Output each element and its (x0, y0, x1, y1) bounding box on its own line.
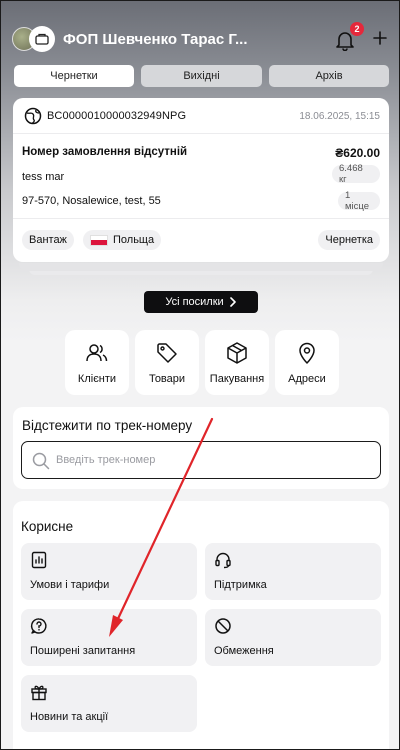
poland-flag-icon (90, 234, 108, 246)
tile-faq[interactable]: Поширені запитання (21, 609, 197, 666)
quick-action-addresses[interactable]: Адреси (275, 330, 339, 395)
tab-outgoing[interactable]: Вихідні (141, 65, 262, 87)
tab-archive[interactable]: Архів (269, 65, 389, 87)
quick-action-packaging[interactable]: Пакування (205, 330, 269, 395)
cargo-type-label: Вантаж (29, 234, 67, 246)
parcel-price: ₴620.00 (335, 146, 380, 160)
map-pin-icon (299, 342, 315, 364)
tile-label: Обмеження (214, 645, 274, 657)
quick-action-label: Клієнти (77, 373, 117, 385)
tile-label: Умови і тарифи (30, 579, 110, 591)
tracking-title: Відстежити по трек-номеру (22, 418, 193, 433)
headset-icon (215, 552, 231, 569)
recipient-address: 97-570, Nosalewice, test, 55 (22, 195, 161, 207)
notification-badge: 2 (350, 22, 364, 36)
quick-action-clients[interactable]: Клієнти (65, 330, 129, 395)
plus-icon[interactable] (371, 29, 389, 47)
country-chip: Польща (83, 230, 162, 250)
recipient-name: tess mar (22, 171, 65, 183)
all-parcels-button[interactable]: Усі посилки (144, 291, 258, 313)
quick-action-products[interactable]: Товари (135, 330, 199, 395)
globe-icon (24, 107, 42, 125)
parcel-date: 18.06.2025, 15:15 (299, 111, 380, 122)
weight-badge: 6.468 кг (332, 163, 380, 185)
box-icon (227, 342, 247, 364)
tracking-input-wrapper[interactable] (21, 441, 381, 479)
country-label: Польща (113, 234, 155, 246)
tile-restrictions[interactable]: Обмеження (205, 609, 381, 666)
useful-title: Корисне (21, 519, 74, 534)
app-screen: ФОП Шевченко Тарас Г... 2 Чернетки Вихід… (0, 0, 400, 750)
tracking-section: Відстежити по трек-номеру (13, 407, 389, 489)
tag-icon (157, 343, 177, 363)
quick-action-label: Адреси (288, 373, 326, 385)
search-icon (32, 452, 50, 470)
quick-action-label: Товари (148, 373, 186, 385)
places-badge: 1 місце (338, 190, 380, 212)
status-label: Чернетка (325, 234, 373, 246)
useful-section: Корисне Умови і тарифи Підтримка Поширен… (13, 501, 389, 749)
parcel-card[interactable]: BC0000010000032949NPG 18.06.2025, 15:15 … (13, 98, 389, 262)
chart-doc-icon (31, 551, 47, 569)
order-number-status: Номер замовлення відсутній (22, 146, 188, 158)
users-icon (86, 344, 108, 362)
wallet-icon[interactable] (29, 26, 55, 52)
quick-action-label: Пакування (209, 373, 265, 385)
parcel-card-header: BC0000010000032949NPG 18.06.2025, 15:15 (13, 98, 389, 134)
question-bubble-icon (30, 618, 47, 634)
card-stack-shadow (19, 263, 383, 271)
shop-name[interactable]: ФОП Шевченко Тарас Г... (63, 31, 248, 48)
prohibited-icon (215, 618, 231, 634)
tile-label: Новини та акції (30, 711, 109, 723)
chevron-right-icon (229, 297, 236, 307)
status-chip: Чернетка (318, 230, 380, 250)
tracking-number: BC0000010000032949NPG (47, 110, 187, 122)
cargo-type-chip: Вантаж (22, 230, 74, 250)
tab-drafts[interactable]: Чернетки (14, 65, 134, 87)
divider (13, 218, 389, 219)
gift-icon (31, 685, 47, 701)
header: ФОП Шевченко Тарас Г... 2 (1, 1, 399, 63)
tile-label: Підтримка (214, 579, 267, 591)
tile-terms-tariffs[interactable]: Умови і тарифи (21, 543, 197, 600)
all-parcels-label: Усі посилки (165, 296, 224, 308)
tile-label: Поширені запитання (30, 645, 136, 657)
tile-support[interactable]: Підтримка (205, 543, 381, 600)
tracking-number-input[interactable] (56, 451, 366, 469)
tile-news-promos[interactable]: Новини та акції (21, 675, 197, 732)
